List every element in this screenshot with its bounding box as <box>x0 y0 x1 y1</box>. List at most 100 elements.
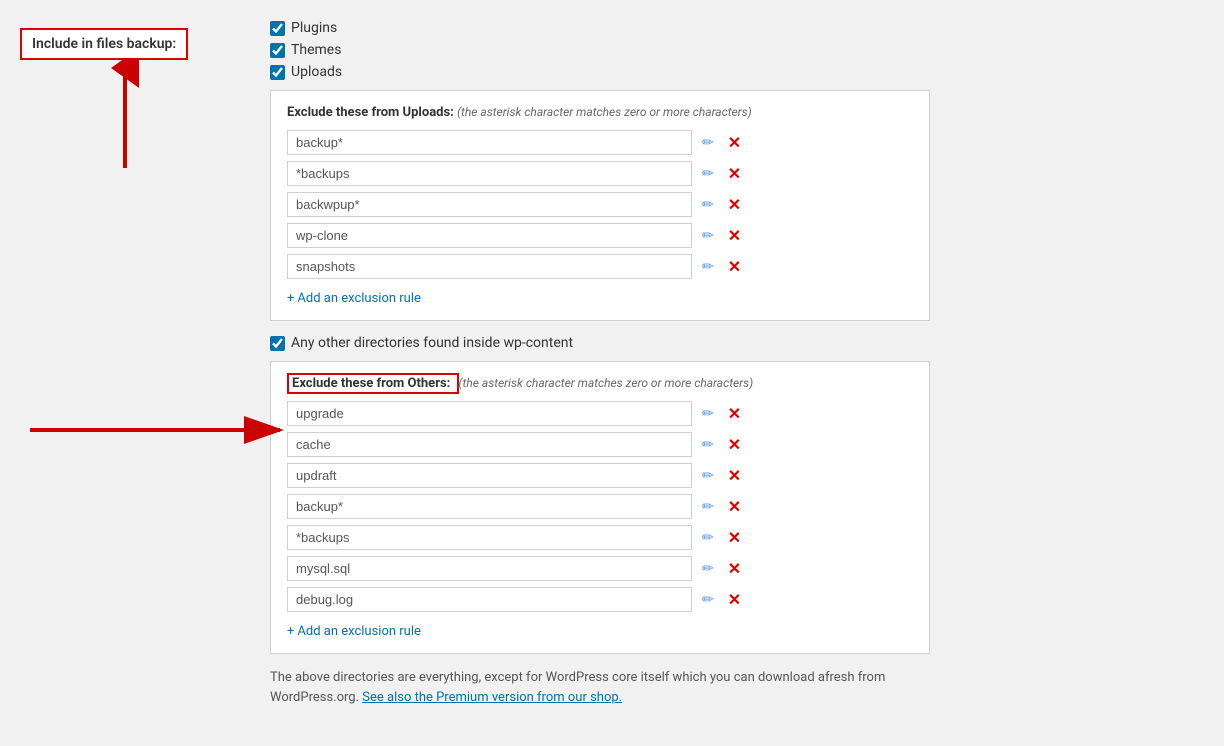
checkbox-plugins[interactable] <box>270 21 285 36</box>
others-edit-btn-6[interactable]: ✏ <box>698 589 718 610</box>
footer-premium-link[interactable]: See also the Premium version from our sh… <box>362 690 622 705</box>
checkbox-uploads[interactable] <box>270 65 285 80</box>
uploads-add-rule-link[interactable]: + Add an exclusion rule <box>287 291 421 306</box>
others-exclude-note: (the asterisk character matches zero or … <box>459 376 754 390</box>
uploads-exclude-input-1[interactable] <box>287 161 692 186</box>
page-wrapper: Include in files backup: <box>20 20 1204 726</box>
others-exclude-input-0[interactable] <box>287 401 692 426</box>
pencil-icon: ✏ <box>702 467 714 484</box>
uploads-exclude-row: ✏✕ <box>287 223 913 248</box>
others-exclude-row: ✏✕ <box>287 587 913 612</box>
uploads-delete-btn-2[interactable]: ✕ <box>724 193 745 217</box>
others-exclude-row: ✏✕ <box>287 401 913 426</box>
pencil-icon: ✏ <box>702 529 714 546</box>
cross-icon: ✕ <box>728 435 741 455</box>
checkbox-plugins-label: Plugins <box>291 20 337 36</box>
pencil-icon: ✏ <box>702 591 714 608</box>
others-exclude-input-5[interactable] <box>287 556 692 581</box>
uploads-edit-btn-1[interactable]: ✏ <box>698 163 718 184</box>
others-exclude-input-3[interactable] <box>287 494 692 519</box>
checkbox-uploads-row: Uploads <box>270 64 1204 80</box>
uploads-exclude-row: ✏✕ <box>287 130 913 155</box>
others-edit-btn-3[interactable]: ✏ <box>698 496 718 517</box>
others-add-rule-plus: + <box>287 624 294 639</box>
others-delete-btn-2[interactable]: ✕ <box>724 464 745 488</box>
pencil-icon: ✏ <box>702 258 714 275</box>
others-exclude-row: ✏✕ <box>287 494 913 519</box>
pencil-icon: ✏ <box>702 498 714 515</box>
pencil-icon: ✏ <box>702 405 714 422</box>
others-exclude-row: ✏✕ <box>287 432 913 457</box>
others-exclude-input-4[interactable] <box>287 525 692 550</box>
cross-icon: ✕ <box>728 226 741 246</box>
cross-icon: ✕ <box>728 466 741 486</box>
others-exclude-row: ✏✕ <box>287 525 913 550</box>
others-delete-btn-5[interactable]: ✕ <box>724 557 745 581</box>
others-add-rule-label: Add an exclusion rule <box>297 624 421 639</box>
others-delete-btn-6[interactable]: ✕ <box>724 588 745 612</box>
uploads-exclude-input-0[interactable] <box>287 130 692 155</box>
uploads-exclude-box: Exclude these from Uploads: (the asteris… <box>270 90 930 321</box>
cross-icon: ✕ <box>728 133 741 153</box>
cross-icon: ✕ <box>728 195 741 215</box>
others-exclude-title-highlighted: Exclude these from Others: <box>287 373 459 394</box>
checkbox-other-dirs[interactable] <box>270 336 285 351</box>
uploads-edit-btn-4[interactable]: ✏ <box>698 256 718 277</box>
others-rows: ✏✕✏✕✏✕✏✕✏✕✏✕✏✕ <box>287 401 913 612</box>
pencil-icon: ✏ <box>702 560 714 577</box>
uploads-exclude-title-text: Exclude these from Uploads: <box>287 105 454 120</box>
others-add-rule-link[interactable]: + Add an exclusion rule <box>287 624 421 639</box>
uploads-delete-btn-0[interactable]: ✕ <box>724 131 745 155</box>
footer-text: The above directories are everything, ex… <box>270 668 930 707</box>
others-edit-btn-0[interactable]: ✏ <box>698 403 718 424</box>
uploads-delete-btn-4[interactable]: ✕ <box>724 255 745 279</box>
checkbox-other-dirs-label: Any other directories found inside wp-co… <box>291 335 573 351</box>
uploads-edit-btn-0[interactable]: ✏ <box>698 132 718 153</box>
checkbox-plugins-row: Plugins <box>270 20 1204 36</box>
cross-icon: ✕ <box>728 404 741 424</box>
uploads-exclude-row: ✏✕ <box>287 161 913 186</box>
uploads-delete-btn-1[interactable]: ✕ <box>724 162 745 186</box>
uploads-exclude-input-3[interactable] <box>287 223 692 248</box>
others-edit-btn-1[interactable]: ✏ <box>698 434 718 455</box>
others-delete-btn-0[interactable]: ✕ <box>724 402 745 426</box>
uploads-edit-btn-2[interactable]: ✏ <box>698 194 718 215</box>
others-exclude-title-text: Exclude these from Others: <box>292 376 450 391</box>
uploads-exclude-input-4[interactable] <box>287 254 692 279</box>
others-delete-btn-3[interactable]: ✕ <box>724 495 745 519</box>
uploads-exclude-input-2[interactable] <box>287 192 692 217</box>
include-label: Include in files backup: <box>32 36 176 52</box>
cross-icon: ✕ <box>728 590 741 610</box>
cross-icon: ✕ <box>728 164 741 184</box>
checkbox-uploads-label: Uploads <box>291 64 342 80</box>
uploads-exclude-row: ✏✕ <box>287 254 913 279</box>
checkbox-themes-row: Themes <box>270 42 1204 58</box>
others-exclude-box: Exclude these from Others: (the asterisk… <box>270 361 930 654</box>
left-section: Include in files backup: <box>20 20 240 726</box>
others-edit-btn-5[interactable]: ✏ <box>698 558 718 579</box>
pencil-icon: ✏ <box>702 436 714 453</box>
cross-icon: ✕ <box>728 257 741 277</box>
others-delete-btn-4[interactable]: ✕ <box>724 526 745 550</box>
pencil-icon: ✏ <box>702 134 714 151</box>
right-section: Plugins Themes Uploads Exclude these fro… <box>240 20 1204 726</box>
pencil-icon: ✏ <box>702 196 714 213</box>
others-exclude-input-6[interactable] <box>287 587 692 612</box>
uploads-delete-btn-3[interactable]: ✕ <box>724 224 745 248</box>
uploads-edit-btn-3[interactable]: ✏ <box>698 225 718 246</box>
others-edit-btn-2[interactable]: ✏ <box>698 465 718 486</box>
checkbox-themes[interactable] <box>270 43 285 58</box>
others-delete-btn-1[interactable]: ✕ <box>724 433 745 457</box>
cross-icon: ✕ <box>728 497 741 517</box>
others-exclude-input-2[interactable] <box>287 463 692 488</box>
others-edit-btn-4[interactable]: ✏ <box>698 527 718 548</box>
uploads-add-rule-plus: + <box>287 291 294 306</box>
checkbox-other-dirs-row: Any other directories found inside wp-co… <box>270 335 1204 351</box>
pencil-icon: ✏ <box>702 165 714 182</box>
others-exclude-row: ✏✕ <box>287 463 913 488</box>
others-exclude-input-1[interactable] <box>287 432 692 457</box>
uploads-exclude-row: ✏✕ <box>287 192 913 217</box>
uploads-rows: ✏✕✏✕✏✕✏✕✏✕ <box>287 130 913 279</box>
cross-icon: ✕ <box>728 559 741 579</box>
pencil-icon: ✏ <box>702 227 714 244</box>
